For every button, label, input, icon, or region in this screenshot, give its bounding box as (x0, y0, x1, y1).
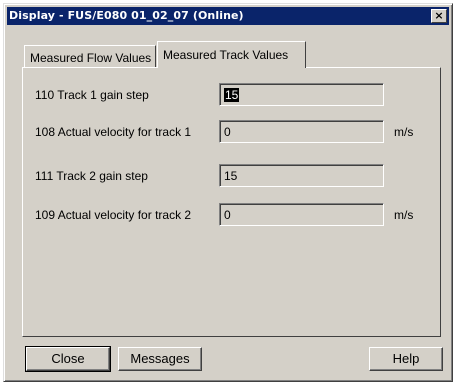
track1-gain-step-field[interactable]: 15 (219, 83, 384, 106)
track1-velocity-field[interactable]: 0 (219, 120, 384, 143)
messages-button[interactable]: Messages (118, 347, 202, 371)
track1-velocity-value: 0 (224, 125, 231, 139)
track2-velocity-value: 0 (224, 208, 231, 222)
tab-measured-track-values[interactable]: Measured Track Values (157, 41, 306, 68)
track2-velocity-field[interactable]: 0 (219, 203, 384, 226)
track2-gain-step-field[interactable]: 15 (219, 164, 384, 187)
tab-measured-flow-values[interactable]: Measured Flow Values (24, 45, 156, 67)
close-button[interactable]: Close (25, 346, 111, 372)
track1-gain-step-value: 15 (224, 88, 240, 102)
track2-gain-step-value: 15 (224, 169, 238, 183)
track1-velocity-label: 108 Actual velocity for track 1 (35, 125, 192, 139)
close-icon[interactable]: × (431, 9, 447, 23)
title-bar[interactable]: Display - FUS/E080 01_02_07 (Online) × (7, 7, 449, 25)
track2-velocity-label: 109 Actual velocity for track 2 (35, 208, 192, 222)
tab-panel (22, 67, 441, 337)
tab-label: Measured Track Values (163, 48, 289, 62)
window-title: Display - FUS/E080 01_02_07 (Online) (9, 9, 244, 22)
tab-label: Measured Flow Values (30, 51, 152, 65)
track2-velocity-unit: m/s (394, 208, 414, 222)
track1-velocity-unit: m/s (394, 125, 414, 139)
track1-gain-step-label: 110 Track 1 gain step (35, 88, 149, 102)
track2-gain-step-label: 111 Track 2 gain step (35, 169, 148, 183)
help-button[interactable]: Help (369, 347, 443, 371)
